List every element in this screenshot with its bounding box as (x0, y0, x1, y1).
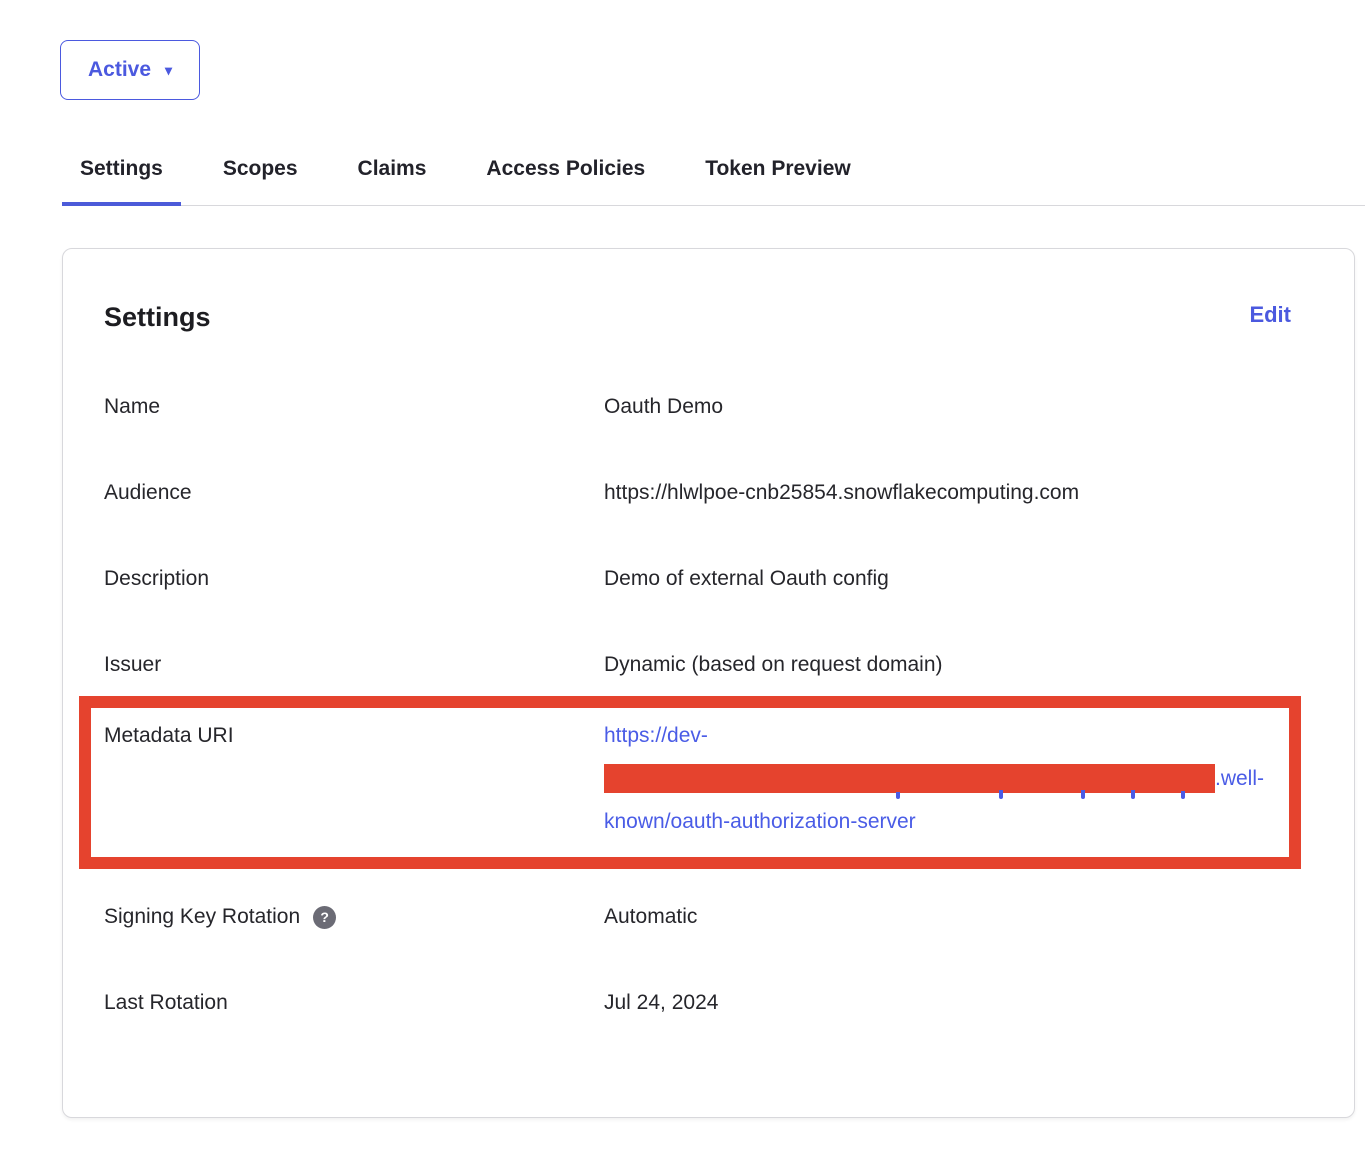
tab-access-policies[interactable]: Access Policies (468, 157, 663, 206)
field-value-issuer: Dynamic (based on request domain) (604, 653, 1313, 677)
edit-button[interactable]: Edit (1249, 302, 1291, 328)
active-status-dropdown-button[interactable]: Active ▾ (60, 40, 200, 100)
card-title: Settings (104, 302, 211, 333)
metadata-uri-link[interactable]: https://dev- .well- known/oauth-authoriz… (604, 714, 1289, 843)
field-label-last-rotation: Last Rotation (104, 991, 604, 1015)
metadata-uri-line1[interactable]: https://dev- (604, 714, 1289, 757)
field-label-name: Name (104, 395, 604, 419)
field-row-description: Description Demo of external Oauth confi… (104, 567, 1313, 591)
card-header: Settings Edit (104, 302, 1313, 333)
caret-down-icon: ▾ (165, 63, 172, 77)
tab-claims[interactable]: Claims (340, 157, 445, 206)
field-value-description: Demo of external Oauth config (604, 567, 1313, 591)
tab-scopes[interactable]: Scopes (205, 157, 316, 206)
redacted-descender-mark (1131, 790, 1135, 799)
redacted-descender-mark (999, 790, 1003, 799)
field-row-issuer: Issuer Dynamic (based on request domain) (104, 653, 1313, 677)
field-row-signing-key-rotation: Signing Key Rotation ? Automatic (104, 905, 1313, 929)
help-question-icon[interactable]: ? (313, 906, 336, 929)
redacted-descender-mark (1181, 791, 1185, 799)
field-row-audience: Audience https://hlwlpoe-cnb25854.snowfl… (104, 481, 1313, 505)
field-row-name: Name Oauth Demo (104, 395, 1313, 419)
redaction-bar (604, 764, 1215, 793)
field-label-audience: Audience (104, 481, 604, 505)
field-value-name: Oauth Demo (604, 395, 1313, 419)
metadata-uri-line3[interactable]: known/oauth-authorization-server (604, 800, 1289, 843)
field-label-signing-key-rotation: Signing Key Rotation ? (104, 905, 604, 929)
settings-card: Settings Edit Name Oauth Demo Audience h… (62, 248, 1355, 1118)
field-value-audience: https://hlwlpoe-cnb25854.snowflakecomput… (604, 481, 1313, 505)
metadata-uri-line2-suffix[interactable]: .well- (1215, 757, 1264, 800)
field-row-metadata-uri: Metadata URI https://dev- .well- known/o… (104, 714, 1289, 843)
tab-token-preview[interactable]: Token Preview (687, 157, 869, 206)
tab-bar: Settings Scopes Claims Access Policies T… (62, 157, 1365, 206)
redaction-highlight-box: Metadata URI https://dev- .well- known/o… (79, 696, 1301, 869)
redacted-descender-mark (896, 792, 900, 799)
field-label-metadata-uri: Metadata URI (104, 714, 604, 757)
status-label: Active (88, 58, 151, 82)
page-root: Active ▾ Settings Scopes Claims Access P… (0, 0, 1365, 1118)
field-label-description: Description (104, 567, 604, 591)
field-label-issuer: Issuer (104, 653, 604, 677)
field-row-last-rotation: Last Rotation Jul 24, 2024 (104, 991, 1313, 1015)
field-value-signing-key-rotation: Automatic (604, 905, 1313, 929)
metadata-uri-line2: .well- (604, 757, 1289, 800)
status-dropdown-wrap: Active ▾ (0, 0, 1365, 100)
field-value-last-rotation: Jul 24, 2024 (604, 991, 1313, 1015)
redacted-descender-mark (1081, 790, 1085, 799)
signing-key-rotation-label: Signing Key Rotation (104, 905, 300, 929)
tab-settings[interactable]: Settings (62, 157, 181, 206)
